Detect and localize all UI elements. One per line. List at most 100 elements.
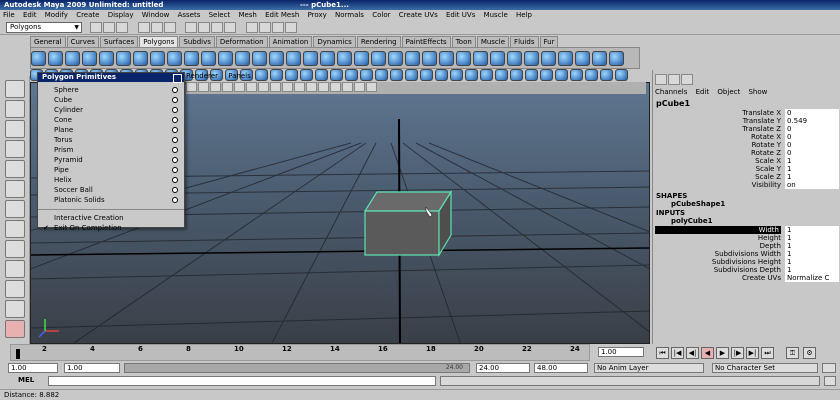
camera-lock-icon[interactable]: [198, 82, 209, 92]
show-manipulator-icon[interactable]: [5, 240, 25, 258]
append-polygon-icon[interactable]: [422, 51, 437, 66]
channel-box-toggle-icon[interactable]: [655, 74, 667, 85]
option-box-icon[interactable]: [172, 177, 178, 183]
soft-modification-icon[interactable]: [5, 220, 25, 238]
attr-subdivisions-depth[interactable]: Subdivisions Depth 1: [653, 266, 840, 274]
menu-item-exit-on-completion[interactable]: ✔ Exit On Completion: [38, 223, 184, 233]
poly-cylinder-icon[interactable]: [65, 51, 80, 66]
channel-menu-show[interactable]: Show: [748, 88, 767, 96]
option-box-icon[interactable]: [172, 137, 178, 143]
poly-helix-icon[interactable]: [184, 51, 199, 66]
attr-create-uvs[interactable]: Create UVs Normalize C: [653, 274, 840, 282]
wireframe-icon[interactable]: [270, 82, 281, 92]
menu-edit-mesh[interactable]: Edit Mesh: [265, 11, 299, 19]
tab-animation[interactable]: Animation: [268, 36, 313, 47]
attr-scale-z[interactable]: Scale Z1: [653, 173, 840, 181]
tab-painteffects[interactable]: PaintEffects: [401, 36, 451, 47]
option-box-icon[interactable]: [172, 167, 178, 173]
auto-key-icon[interactable]: ⚿: [786, 347, 799, 359]
menu-proxy[interactable]: Proxy: [308, 11, 327, 19]
menu-item-prism[interactable]: Prism: [38, 145, 184, 155]
boolean-intersection-icon[interactable]: [337, 51, 352, 66]
menu-display[interactable]: Display: [108, 11, 134, 19]
menu-edit[interactable]: Edit: [23, 11, 37, 19]
select-component-icon[interactable]: [163, 22, 176, 33]
command-input[interactable]: [48, 376, 436, 386]
menu-edit-uvs[interactable]: Edit UVs: [446, 11, 475, 19]
open-scene-icon[interactable]: [103, 22, 115, 33]
attr-scale-x[interactable]: Scale X1: [653, 157, 840, 165]
menu-color[interactable]: Color: [372, 11, 390, 19]
layer-editor-toggle-icon[interactable]: [668, 74, 680, 85]
bridge-icon[interactable]: [405, 51, 420, 66]
attr-scale-y[interactable]: Scale Y1: [653, 165, 840, 173]
start-time-field[interactable]: 1.00: [8, 363, 58, 373]
option-box-icon[interactable]: [172, 187, 178, 193]
object-name[interactable]: pCube1: [656, 99, 690, 108]
universal-manipulator-icon[interactable]: [5, 200, 25, 218]
option-box-icon[interactable]: [172, 87, 178, 93]
reduce-icon[interactable]: [592, 51, 607, 66]
script-editor-icon[interactable]: [824, 376, 836, 386]
combine-icon[interactable]: [235, 51, 250, 66]
tab-fur[interactable]: Fur: [539, 36, 559, 47]
lasso-tool-icon[interactable]: [5, 100, 25, 118]
menu-mesh[interactable]: Mesh: [238, 11, 256, 19]
wedge-icon[interactable]: [507, 51, 522, 66]
go-to-start-icon[interactable]: ⏮: [656, 347, 669, 359]
option-box-icon[interactable]: [172, 107, 178, 113]
history-icon[interactable]: [245, 22, 258, 33]
play-forwards-icon[interactable]: ▶: [716, 347, 729, 359]
poly-platonic-icon[interactable]: [218, 51, 233, 66]
four-pane-layout-icon[interactable]: [5, 280, 25, 298]
boolean-union-icon[interactable]: [303, 51, 318, 66]
mirror-geometry-icon[interactable]: [354, 51, 369, 66]
menu-item-torus[interactable]: Torus: [38, 135, 184, 145]
menu-item-pipe[interactable]: Pipe: [38, 165, 184, 175]
tab-general[interactable]: General: [30, 36, 66, 47]
menu-create-uvs[interactable]: Create UVs: [399, 11, 438, 19]
poly-pyramid-icon[interactable]: [150, 51, 165, 66]
single-pane-layout-icon[interactable]: [5, 260, 25, 278]
tab-muscle[interactable]: Muscle: [476, 36, 510, 47]
snap-curve-icon[interactable]: [198, 22, 211, 33]
extract-icon[interactable]: [269, 51, 284, 66]
menu-help[interactable]: Help: [516, 11, 532, 19]
quadrangulate-icon[interactable]: [575, 51, 590, 66]
option-box-icon[interactable]: [172, 147, 178, 153]
triangulate-icon[interactable]: [558, 51, 573, 66]
shape-name[interactable]: pCubeShape1: [671, 200, 725, 208]
boolean-difference-icon[interactable]: [320, 51, 335, 66]
film-gate-icon[interactable]: [246, 82, 257, 92]
attr-rotate-y[interactable]: Rotate Y0: [653, 141, 840, 149]
input-node-name[interactable]: polyCube1: [671, 217, 713, 225]
attr-visibility[interactable]: Visibility on: [653, 181, 840, 189]
menu-item-cube[interactable]: Cube: [38, 95, 184, 105]
tab-fluids[interactable]: Fluids: [510, 36, 539, 47]
tab-dynamics[interactable]: Dynamics: [313, 36, 356, 47]
menu-assets[interactable]: Assets: [178, 11, 201, 19]
option-box-icon[interactable]: [172, 127, 178, 133]
step-forward-key-icon[interactable]: ▶|: [746, 347, 759, 359]
character-set-dropdown[interactable]: No Character Set: [712, 363, 818, 373]
poly-prism-icon[interactable]: [133, 51, 148, 66]
menu-item-sphere[interactable]: Sphere: [38, 85, 184, 95]
tab-deformation[interactable]: Deformation: [215, 36, 268, 47]
separate-icon[interactable]: [252, 51, 267, 66]
option-box-icon[interactable]: [172, 97, 178, 103]
tab-toon[interactable]: Toon: [451, 36, 476, 47]
bevel-icon[interactable]: [456, 51, 471, 66]
key-icon[interactable]: [822, 363, 836, 373]
xray-icon[interactable]: [342, 82, 353, 92]
viewport-menu-panels[interactable]: Panels: [228, 72, 251, 80]
render-settings-icon[interactable]: [284, 22, 297, 33]
render-view-layout-icon[interactable]: [5, 320, 25, 338]
textured-icon[interactable]: [306, 82, 317, 92]
poly-sphere-icon[interactable]: [31, 51, 46, 66]
poly-torus-icon[interactable]: [116, 51, 131, 66]
poke-icon[interactable]: [524, 51, 539, 66]
channel-menu-object[interactable]: Object: [717, 88, 740, 96]
option-box-icon[interactable]: [172, 117, 178, 123]
attr-depth[interactable]: Depth 1: [653, 242, 840, 250]
option-box-icon[interactable]: [172, 157, 178, 163]
